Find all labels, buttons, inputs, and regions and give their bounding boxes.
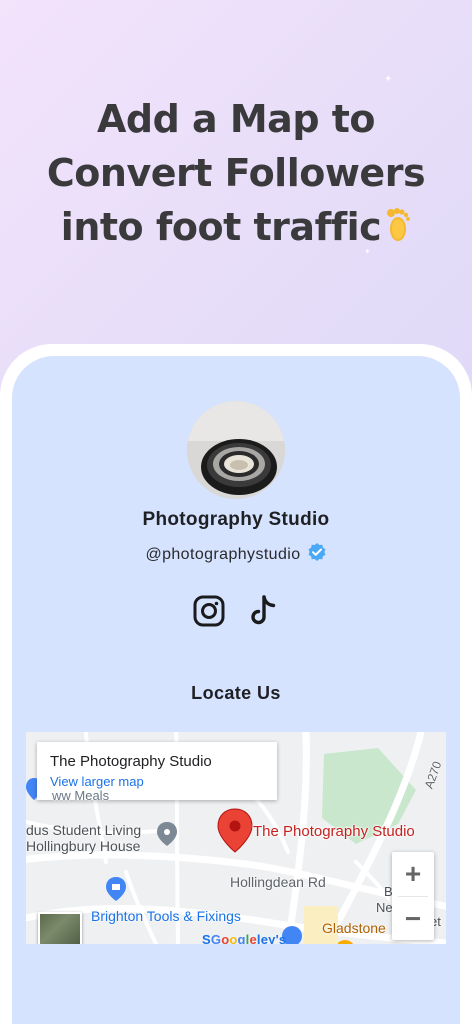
zoom-out-button[interactable]: − bbox=[392, 897, 434, 941]
handle-row: @photographystudio bbox=[12, 542, 460, 567]
tiktok-icon[interactable] bbox=[246, 594, 280, 628]
map-label-hollingbury: Hollingbury House bbox=[26, 838, 141, 854]
map-place-label[interactable]: The Photography Studio bbox=[253, 823, 415, 840]
google-e: e bbox=[249, 932, 257, 944]
google-g2: g bbox=[237, 932, 246, 944]
google-logo: SGoogleley's bbox=[202, 932, 286, 944]
view-larger-map-link[interactable]: View larger map bbox=[50, 774, 264, 789]
google-g: G bbox=[210, 932, 222, 944]
map-label-partial: ww Meals bbox=[52, 788, 110, 803]
zoom-in-button[interactable]: + bbox=[392, 852, 434, 896]
headline-line-3-text: into foot traffic bbox=[60, 205, 382, 249]
zoom-controls: + − bbox=[392, 852, 434, 940]
lens-photo-image bbox=[187, 401, 285, 499]
profile-handle: @photographystudio bbox=[145, 545, 301, 563]
google-prefix: S bbox=[202, 932, 211, 944]
map-label-student-living: dus Student Living bbox=[26, 822, 142, 838]
headline-line-2: Convert Followers bbox=[46, 151, 426, 195]
profile-name: Photography Studio bbox=[142, 509, 330, 530]
satellite-toggle[interactable] bbox=[38, 912, 82, 944]
profile-screen: Photography Studio @photographystudio Lo… bbox=[12, 356, 460, 1024]
verified-badge-icon bbox=[307, 542, 327, 567]
map-card-title: The Photography Studio bbox=[50, 753, 212, 770]
avatar[interactable] bbox=[187, 401, 285, 499]
google-o2: o bbox=[229, 932, 238, 944]
map-label-tools: Brighton Tools & Fixings bbox=[91, 908, 241, 924]
sparkle-icon: ✦ bbox=[384, 74, 393, 85]
social-links bbox=[12, 594, 460, 628]
headline-line-1: Add a Map to bbox=[96, 97, 376, 141]
map-label-road: Hollingdean Rd bbox=[230, 874, 326, 890]
map-label-gladstone: Gladstone bbox=[322, 920, 386, 936]
instagram-icon[interactable] bbox=[192, 594, 226, 628]
map-label-ne: Ne bbox=[376, 900, 393, 915]
locate-us-title: Locate Us bbox=[191, 683, 281, 703]
google-tail: ley's bbox=[256, 932, 287, 944]
foot-icon bbox=[385, 203, 411, 257]
headline-line-3: into foot traffic bbox=[0, 200, 472, 257]
headline: Add a Map to Convert Followers into foot… bbox=[0, 92, 472, 257]
map-embed[interactable]: The Photography Studio View larger map w… bbox=[26, 732, 446, 944]
